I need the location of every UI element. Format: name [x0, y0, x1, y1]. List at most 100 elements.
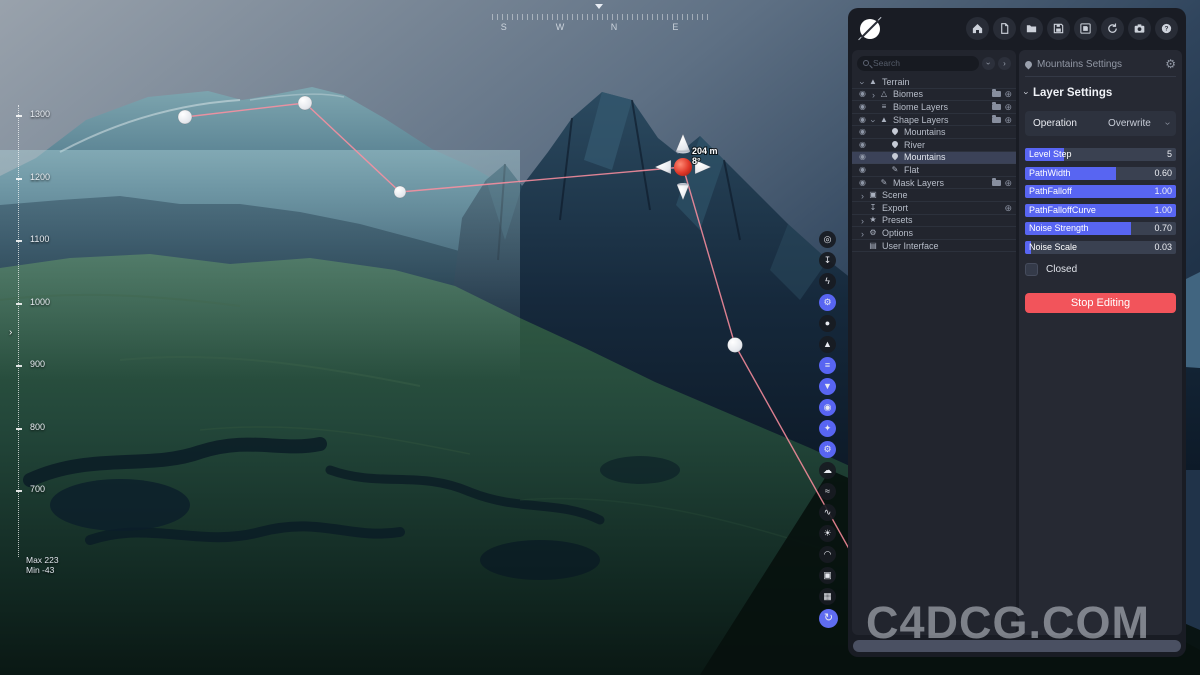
screenshot-button[interactable] — [1128, 17, 1151, 40]
transform-gizmo[interactable]: 204 m8° — [655, 134, 718, 200]
visibility-eye-icon[interactable]: ◉ — [857, 88, 868, 100]
tree-item-mask-layers[interactable]: ◉✎Mask Layers⊕ — [852, 177, 1016, 190]
compass-heading-marker — [595, 4, 603, 9]
ruler-tick-label: 1200 — [30, 172, 50, 182]
visibility-eye-icon[interactable]: ◉ — [857, 114, 868, 126]
tree-item-label: Biomes — [893, 89, 923, 99]
slider-noise-strength[interactable]: Noise Strength0.70 — [1025, 222, 1176, 235]
closed-checkbox[interactable] — [1025, 263, 1038, 276]
slider-noise-scale[interactable]: Noise Scale0.03 — [1025, 241, 1176, 254]
add-icon[interactable]: ⊕ — [1004, 89, 1012, 99]
new-file-button[interactable] — [993, 17, 1016, 40]
tree-item-river[interactable]: ◉River — [852, 139, 1016, 152]
stop-editing-button[interactable]: Stop Editing — [1025, 293, 1176, 313]
stats-button[interactable]: ▦ — [819, 588, 836, 605]
tree-item-biomes[interactable]: ◉›△Biomes⊕ — [852, 89, 1016, 102]
visibility-eye-icon[interactable]: ◉ — [857, 126, 868, 138]
visibility-eye-icon[interactable]: ◉ — [857, 139, 868, 151]
tree-item-flat[interactable]: ◉✎Flat — [852, 164, 1016, 177]
tree-item-presets[interactable]: ›★Presets — [852, 215, 1016, 228]
open-folder-button[interactable] — [1020, 17, 1043, 40]
home-icon — [971, 22, 984, 35]
visibility-eye-icon[interactable]: ◉ — [857, 101, 868, 113]
chevron-right-icon[interactable]: › — [868, 85, 879, 103]
search-input[interactable]: Search — [857, 56, 979, 71]
scene-camera-icon: ▣ — [868, 189, 878, 201]
chevron-down-icon[interactable]: › — [868, 111, 879, 129]
help-icon: ? — [1160, 22, 1173, 35]
add-icon[interactable]: ⊕ — [1004, 203, 1012, 213]
expand-button[interactable]: › — [998, 57, 1011, 70]
save-button[interactable] — [1047, 17, 1070, 40]
add-icon[interactable]: ⊕ — [1004, 115, 1012, 125]
chevron-right-icon[interactable]: › — [857, 224, 868, 242]
folder-icon[interactable] — [992, 104, 1001, 110]
droplet-button[interactable]: ● — [819, 315, 836, 332]
layers-button[interactable]: ≡ — [819, 357, 836, 374]
control-point[interactable] — [298, 96, 312, 110]
divider — [1025, 76, 1176, 77]
import-button[interactable]: ↧ — [819, 252, 836, 269]
record-button[interactable]: ◎ — [819, 231, 836, 248]
visibility-eye-icon[interactable]: ◉ — [857, 164, 868, 176]
slider-level-step[interactable]: Level Step5 — [1025, 148, 1176, 161]
tree-item-user-interface[interactable]: ▤User Interface — [852, 240, 1016, 253]
help-button[interactable]: ? — [1155, 17, 1178, 40]
visibility-button[interactable]: ◉ — [819, 399, 836, 416]
app-logo-icon[interactable] — [858, 17, 882, 41]
add-icon[interactable]: ⊕ — [1004, 102, 1012, 112]
add-icon[interactable]: ⊕ — [1004, 178, 1012, 188]
open-folder-icon — [1025, 22, 1038, 35]
clouds-button[interactable]: ☁ — [819, 462, 836, 479]
spline-path — [185, 103, 862, 572]
terrain-gears-button[interactable]: ⚙ — [819, 294, 836, 311]
visibility-eye-icon[interactable]: ◉ — [857, 151, 868, 163]
gizmo-left-handle[interactable] — [655, 160, 671, 174]
gizmo-center-sphere[interactable] — [674, 158, 692, 176]
chevron-down-icon: › — [1155, 122, 1180, 125]
gear-button[interactable]: ⚙ — [819, 441, 836, 458]
control-point[interactable] — [394, 186, 406, 198]
tree-item-options[interactable]: ›⚙Options — [852, 227, 1016, 240]
duplicate-button[interactable]: ▣ — [819, 567, 836, 584]
filter-button[interactable]: ▼ — [819, 378, 836, 395]
sun-button[interactable]: ☀ — [819, 525, 836, 542]
ruler-tick-label: 1100 — [30, 234, 49, 244]
sync-button[interactable] — [1101, 17, 1124, 40]
tree-item-shape-layers[interactable]: ◉›▲Shape Layers⊕ — [852, 114, 1016, 127]
gizmo-up-handle[interactable] — [676, 134, 690, 151]
mountain-button[interactable]: ▲ — [819, 336, 836, 353]
lightning-button[interactable]: ϟ — [819, 273, 836, 290]
slider-pathfalloff[interactable]: PathFalloff1.00 — [1025, 185, 1176, 198]
slider-pathwidth[interactable]: PathWidth0.60 — [1025, 167, 1176, 180]
wind-button[interactable]: ∿ — [819, 504, 836, 521]
settings-gear-icon[interactable]: ⚙ — [1165, 57, 1176, 71]
folder-icon[interactable] — [992, 117, 1001, 123]
reset-camera-button[interactable]: ↻ — [819, 609, 838, 628]
control-point[interactable] — [728, 338, 743, 353]
ruler-tick — [16, 303, 22, 305]
save-image-button[interactable] — [1074, 17, 1097, 40]
layer-settings-section[interactable]: › Layer Settings — [1025, 87, 1176, 99]
control-point[interactable] — [178, 110, 192, 124]
ruler-current-marker: › — [9, 327, 12, 338]
gizmo-down-handle[interactable] — [677, 185, 689, 200]
folder-icon[interactable] — [992, 180, 1001, 186]
ruler-minmax: Max 223 Min -43 — [26, 555, 59, 575]
tree-item-mountains[interactable]: ◉Mountains — [852, 152, 1016, 165]
tree-item-scene[interactable]: ›▣Scene — [852, 189, 1016, 202]
effects-button[interactable]: ✦ — [819, 420, 836, 437]
water-button[interactable]: ≈ — [819, 483, 836, 500]
folder-icon[interactable] — [992, 91, 1001, 97]
tree-item-export[interactable]: ↧Export⊕ — [852, 202, 1016, 215]
pin-icon — [890, 151, 900, 163]
slider-pathfalloffcurve[interactable]: PathFalloffCurve1.00 — [1025, 204, 1176, 217]
collapse-all-button[interactable]: › — [982, 57, 995, 70]
ruler-tick-label: 800 — [30, 422, 45, 432]
checkbox-label: Closed — [1046, 264, 1077, 275]
ambient-button[interactable]: ◠ — [819, 546, 836, 563]
home-button[interactable] — [966, 17, 989, 40]
operation-dropdown[interactable]: Operation Overwrite › — [1025, 111, 1176, 136]
chevron-right-icon[interactable]: › — [857, 186, 868, 204]
compass-letter-s: S — [501, 22, 507, 32]
